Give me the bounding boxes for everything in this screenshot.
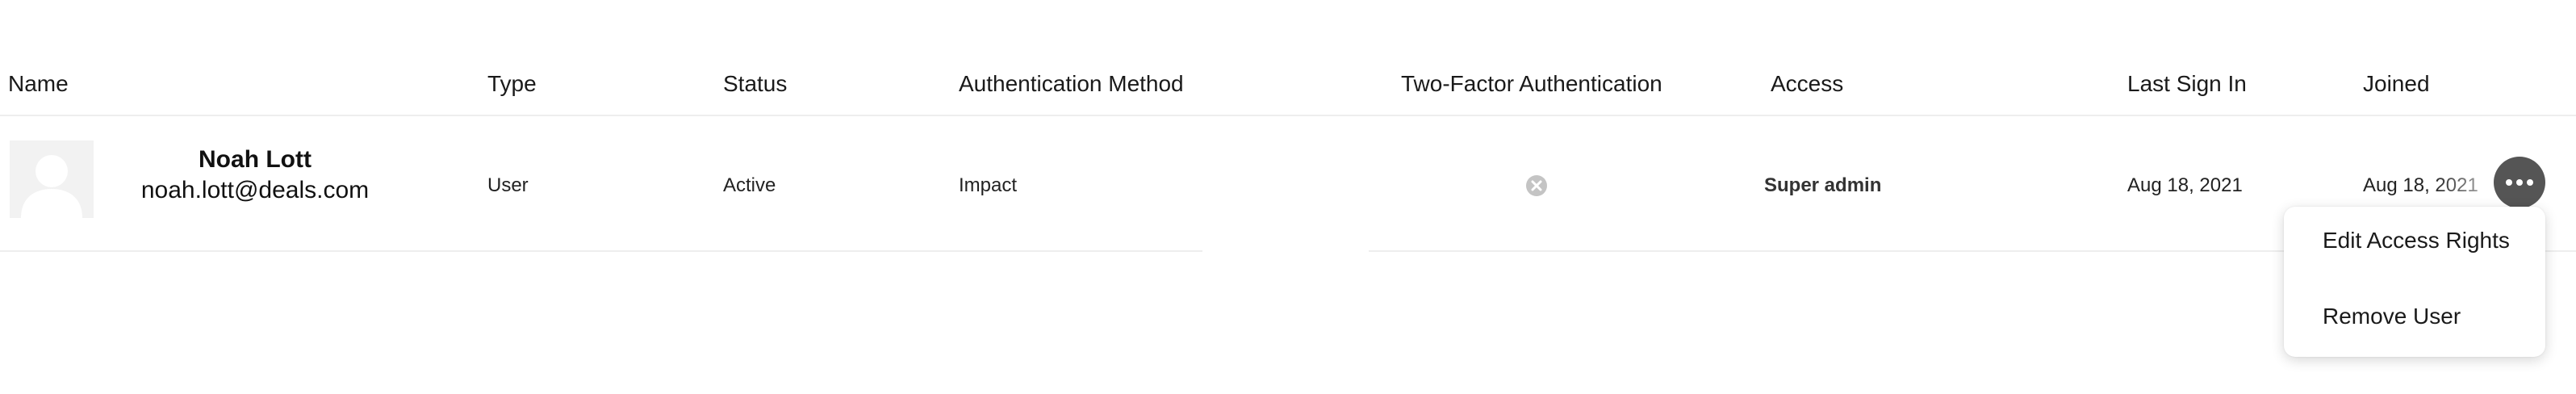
header-last-sign-in[interactable]: Last Sign In bbox=[2127, 69, 2247, 98]
menu-item-label: Edit Access Rights bbox=[2323, 228, 2510, 253]
row-actions-menu: Edit Access Rights Remove User bbox=[2284, 207, 2545, 357]
cell-joined: Aug 18, 2021 bbox=[2363, 173, 2478, 199]
user-silhouette-icon bbox=[10, 140, 94, 218]
edit-access-rights-menu-item[interactable]: Edit Access Rights bbox=[2284, 208, 2545, 273]
avatar bbox=[10, 140, 94, 218]
cell-auth-method: Impact bbox=[959, 174, 1018, 196]
header-two-factor[interactable]: Two-Factor Authentication bbox=[1401, 69, 1662, 98]
header-name[interactable]: Name bbox=[8, 69, 69, 98]
x-circle-icon bbox=[1525, 174, 1548, 197]
header-type[interactable]: Type bbox=[487, 69, 537, 98]
menu-item-label: Remove User bbox=[2323, 304, 2461, 329]
cell-type: User bbox=[487, 174, 529, 196]
more-horizontal-icon bbox=[2506, 179, 2533, 186]
remove-user-menu-item[interactable]: Remove User bbox=[2284, 284, 2545, 349]
row-divider bbox=[0, 250, 1202, 252]
header-auth-method[interactable]: Authentication Method bbox=[959, 69, 1184, 98]
header-joined[interactable]: Joined bbox=[2363, 69, 2430, 98]
user-name: Noah Lott bbox=[199, 146, 312, 173]
header-status[interactable]: Status bbox=[723, 69, 787, 98]
table-header: Name Type Status Authentication Method T… bbox=[0, 0, 2576, 116]
more-actions-button[interactable] bbox=[2494, 157, 2545, 208]
user-email: noah.lott@deals.com bbox=[140, 177, 370, 203]
cell-last-sign-in: Aug 18, 2021 bbox=[2127, 174, 2243, 196]
cell-access: Super admin bbox=[1764, 174, 1882, 196]
cell-status: Active bbox=[723, 174, 776, 196]
header-access[interactable]: Access bbox=[1771, 69, 1843, 98]
